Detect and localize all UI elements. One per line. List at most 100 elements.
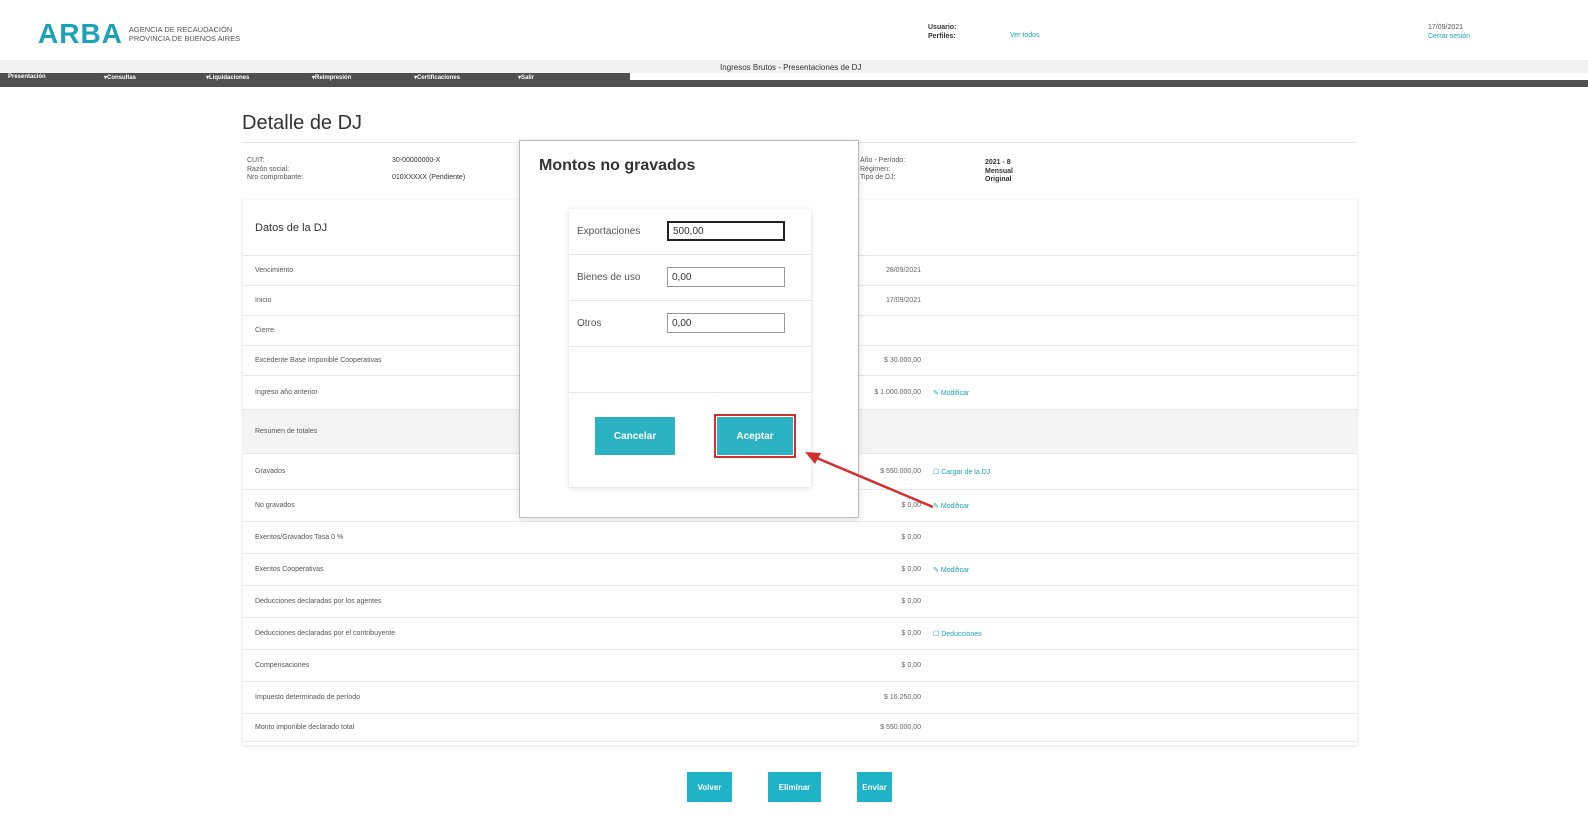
- menu-bar: Presentación ▾Consultas ▾Liquidaciones ▾…: [0, 73, 630, 87]
- logo-subtitle-line-1: AGENCIA DE RECAUDACIÓN: [128, 25, 233, 34]
- row-amount: $ 0,00: [901, 502, 921, 509]
- cuit-label: CUIT:: [247, 157, 265, 164]
- otros-input[interactable]: [667, 313, 785, 333]
- logout-link[interactable]: Cerrar sesión: [1428, 32, 1470, 41]
- menu-item-liquidaciones-label: Liquidaciones: [209, 75, 250, 81]
- row-action-link[interactable]: ☐ Deducciones: [933, 630, 982, 638]
- table-row: Monto imponible declarado total $ 550.000…: [243, 714, 1357, 742]
- modal-title: Montos no gravados: [539, 157, 696, 174]
- date-info: 17/09/2021 Cerrar sesión: [1428, 23, 1470, 41]
- menu-item-reimpresion[interactable]: ▾Reimpresión: [312, 74, 351, 81]
- send-button[interactable]: Enviar: [857, 772, 892, 802]
- logo-subtitle: AGENCIA DE RECAUDACIÓN PROVINCIA DE BUEN…: [129, 25, 240, 43]
- delete-button[interactable]: Eliminar: [768, 772, 821, 802]
- exportaciones-label: Exportaciones: [577, 226, 641, 237]
- tipo-dj-value: Original: [985, 176, 1012, 183]
- table-row: Compensaciones $ 0,00: [243, 650, 1357, 682]
- anio-periodo-label: Año - Período:: [860, 157, 906, 164]
- menu-item-salir-label: Salir: [521, 75, 535, 81]
- row-amount: 17/09/2021: [885, 297, 921, 304]
- back-button[interactable]: Volver: [687, 772, 732, 802]
- table-row: Deducciones declaradas por los agentes $ …: [243, 586, 1357, 618]
- row-label: Cierre: [255, 327, 275, 334]
- row-action-link[interactable]: ✎ Modificar: [933, 566, 969, 574]
- row-action-label: Modificar: [940, 567, 970, 574]
- row-label: Vencimiento: [255, 267, 294, 274]
- field-row-empty: [569, 347, 811, 393]
- row-action-label: Deducciones: [941, 631, 982, 638]
- row-label: Gravados: [255, 468, 286, 475]
- field-row-bienes-de-uso: Bienes de uso: [569, 255, 811, 301]
- profiles-label: Perfiles:: [928, 33, 956, 40]
- exportaciones-input[interactable]: [667, 221, 785, 241]
- row-label: Inicio: [255, 297, 272, 304]
- row-label: No gravados: [255, 502, 295, 509]
- bienes-de-uso-input[interactable]: [667, 267, 785, 287]
- table-row: Exentos Cooperativas $ 0,00 ✎ Modificar: [243, 554, 1357, 586]
- menu-item-certificaciones-label: Certificaciones: [417, 75, 461, 81]
- row-label: Monto imponible declarado total: [255, 724, 355, 731]
- row-action-label: Cargar de la DJ: [941, 469, 991, 476]
- row-amount: $ 0,00: [901, 662, 921, 669]
- row-action-label: Modificar: [940, 390, 970, 397]
- accept-button[interactable]: Aceptar: [714, 414, 796, 458]
- document-icon: ☐: [933, 631, 942, 638]
- menu-item-liquidaciones[interactable]: ▾Liquidaciones: [206, 74, 249, 81]
- row-amount: $ 1.000.000,00: [874, 389, 921, 396]
- row-label: Deducciones declaradas por el contribuye…: [255, 630, 396, 637]
- menu-item-salir[interactable]: ▾Salir: [518, 74, 534, 81]
- logo-subtitle-line-2: PROVINCIA DE BUENOS AIRES: [128, 34, 241, 43]
- row-label: Exentos/Gravados Tasa 0 %: [255, 534, 344, 541]
- row-label: Resumen de totales: [255, 428, 318, 435]
- row-label: Impuesto determinado de período: [255, 694, 361, 701]
- menu-item-consultas[interactable]: ▾Consultas: [104, 74, 136, 81]
- menu-item-consultas-label: Consultas: [107, 75, 137, 81]
- module-title: Ingresos Brutos - Presentaciones de DJ: [720, 63, 862, 72]
- user-info: Usuario: Perfiles:: [928, 23, 956, 41]
- logo-text: ARBA: [38, 18, 123, 49]
- arba-logo[interactable]: ARBA AGENCIA DE RECAUDACIÓN PROVINCIA DE…: [38, 18, 240, 50]
- row-action-label: Modificar: [940, 503, 970, 510]
- row-action-link[interactable]: ✎ Modificar: [933, 502, 969, 510]
- table-row: Deducciones declaradas por el contribuye…: [243, 618, 1357, 650]
- row-action-link[interactable]: ☐ Cargar de la DJ: [933, 468, 990, 476]
- right-info-values: 2021 - 8 Mensual Original: [985, 159, 1013, 185]
- row-amount: $ 0,00: [901, 566, 921, 573]
- razon-social-label: Razón social:: [247, 165, 290, 173]
- pencil-icon: ✎: [933, 567, 941, 574]
- menu-item-presentacion[interactable]: Presentación: [8, 74, 46, 80]
- row-amount: $ 30.000,00: [884, 357, 921, 364]
- page-title: Detalle de DJ: [242, 112, 363, 134]
- bienes-de-uso-label: Bienes de uso: [577, 272, 641, 283]
- table-row: Exentos/Gravados Tasa 0 % $ 0,00: [243, 522, 1357, 554]
- panel-title: Datos de la DJ: [255, 222, 328, 234]
- regimen-label: Régimen:: [860, 165, 890, 173]
- row-amount: $ 550.000,00: [880, 468, 921, 475]
- row-amount: $ 0,00: [901, 534, 921, 541]
- row-label: Deducciones declaradas por los agentes: [255, 598, 382, 605]
- row-label: Exentos Cooperativas: [255, 566, 324, 573]
- anio-periodo-value: 2021 - 8: [985, 159, 1011, 166]
- bottom-actions: Volver Eliminar Enviar: [0, 772, 1588, 802]
- tipo-dj-label: Tipo de DJ:: [860, 174, 896, 181]
- regimen-value: Mensual: [985, 167, 1014, 175]
- menu-item-certificaciones[interactable]: ▾Certificaciones: [414, 74, 460, 81]
- pencil-icon: ✎: [933, 390, 941, 397]
- modal-montos-no-gravados: Montos no gravados Exportaciones Bienes …: [519, 140, 859, 518]
- row-label: Compensaciones: [255, 662, 310, 669]
- row-label: Excedente Base Imponible Cooperativas: [255, 357, 382, 364]
- otros-label: Otros: [577, 318, 602, 329]
- left-info-labels: CUIT: Razón social: Nro comprobante:: [247, 157, 303, 183]
- view-all-link[interactable]: Ver todos: [1010, 32, 1040, 39]
- row-amount: $ 16.250,00: [884, 694, 921, 701]
- field-row-otros: Otros: [569, 301, 811, 347]
- row-amount: $ 0,00: [901, 598, 921, 605]
- cancel-button[interactable]: Cancelar: [595, 417, 675, 455]
- menu-bar-wrap: Ingresos Brutos - Presentaciones de DJ P…: [0, 60, 1588, 88]
- row-action-link[interactable]: ✎ Modificar: [933, 389, 969, 397]
- cuit-value: 30-00000000-X: [392, 157, 441, 164]
- field-row-exportaciones: Exportaciones: [569, 209, 811, 255]
- row-label: Ingreso año anterior: [255, 389, 318, 396]
- current-date: 17/09/2021: [1428, 24, 1464, 31]
- menu-item-reimpresion-label: Reimpresión: [315, 75, 352, 81]
